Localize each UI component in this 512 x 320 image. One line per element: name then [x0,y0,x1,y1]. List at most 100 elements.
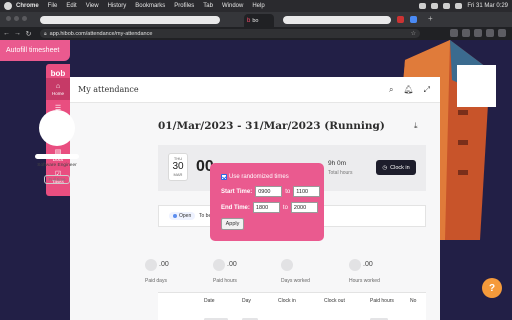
chevron-down-icon[interactable]: ⌄ [373,122,379,130]
stat-label: Hours worked [349,278,380,284]
help-button[interactable]: ? [482,278,502,298]
extension-icon[interactable] [474,29,482,37]
blurred-tabs[interactable] [283,16,391,24]
randomize-toggle[interactable]: Use randomized times [221,174,289,180]
stat-icon [349,258,361,271]
column-header-more[interactable]: No [410,298,416,304]
download-icon[interactable]: ⤓ [414,121,418,131]
status-icon[interactable] [431,3,439,9]
search-icon[interactable]: ⌕ [389,85,393,95]
clock-in-button[interactable]: ◷ Clock in [376,160,416,175]
stat-paid-days: .00 Paid days [145,256,207,284]
new-tab-icon[interactable]: + [428,14,433,23]
employment-badge: Full time [44,175,70,184]
employee-name-redacted [35,154,79,159]
today-month: MAR [173,172,183,177]
browser-tab-strip: b bo + [0,12,512,27]
minimize-window-icon[interactable] [14,16,19,21]
autofill-timesheet-tab[interactable]: Autofill timesheet [0,40,70,61]
menu-view[interactable]: View [86,3,99,9]
bob-favicon-icon: b [247,17,251,24]
card-header: My attendance ⌕ 🔔︎ ⤢ [70,77,440,103]
expand-icon[interactable]: ⤢ [424,85,430,95]
randomize-checkbox[interactable] [221,174,227,180]
randomize-label: Use randomized times [229,174,289,180]
menu-edit[interactable]: Edit [66,3,76,9]
to-label: to [282,204,288,211]
stat-label: Paid hours [213,278,237,284]
menu-kebab-icon[interactable] [498,29,506,37]
today-day: 30 [172,161,184,172]
profile-panel: Software Engineer Full time [26,110,88,186]
status-dot-icon [173,214,177,218]
menu-tab[interactable]: Tab [203,3,213,9]
menu-profiles[interactable]: Profiles [174,3,194,9]
rail-item-home[interactable]: ⌂ Home [46,78,70,100]
attendance-table: Date Day Clock in Clock out Paid hours N… [158,292,426,320]
column-header-clock-in[interactable]: Clock in [278,298,296,304]
end-time-from-input[interactable]: 1800 [252,202,280,213]
column-header-date[interactable]: Date [204,298,215,304]
menu-app-name[interactable]: Chrome [16,3,39,9]
address-url[interactable]: app.hibob.com/attendance/my-attendance [50,31,153,37]
bob-logo[interactable]: bob [46,69,70,78]
stat-label: Paid days [145,278,167,284]
tab-bob[interactable]: b bo [244,14,274,27]
lock-icon[interactable]: 🔒︎ [44,31,47,37]
menu-history[interactable]: History [108,3,127,9]
menu-clock[interactable]: Fri 31 Mar 0:29 [467,3,508,9]
menu-window[interactable]: Window [222,3,243,9]
start-time-to-input[interactable]: 1100 [293,186,321,197]
autofill-popup: Use randomized times Start Time: 0900 to… [210,163,324,241]
reload-icon[interactable]: ↻ [24,30,33,38]
date-range-title[interactable]: 01/Mar/2023 - 31/Mar/2023 (Running) [158,120,385,132]
forward-icon[interactable]: → [13,30,22,37]
tab-title: bo [252,17,259,24]
menu-help[interactable]: Help [252,3,264,9]
start-time-from-input[interactable]: 0900 [255,186,283,197]
wifi-icon[interactable] [443,3,451,9]
white-panel [457,65,496,107]
stat-days-worked: Days worked [281,256,343,284]
extension-icon[interactable] [450,29,458,37]
end-time-label: End Time: [221,204,250,211]
stat-icon [213,258,225,271]
status-area: Fri 31 Mar 0:29 [419,0,508,12]
profile-avatar-icon[interactable] [486,29,494,37]
zoom-window-icon[interactable] [22,16,27,21]
blurred-tabs[interactable] [40,16,220,24]
extension-icons [450,29,506,37]
close-window-icon[interactable] [6,16,11,21]
total-hours-label: Total hours [328,170,353,176]
stat-value: .00 [363,261,373,269]
battery-icon[interactable] [455,3,463,9]
start-time-row: Start Time: 0900 to 1100 [221,186,321,197]
end-time-to-input[interactable]: 2000 [290,202,318,213]
notification-bell-icon[interactable]: 🔔︎ [403,85,413,95]
question-icon: ? [488,282,496,294]
stat-icon [145,258,157,271]
menu-file[interactable]: File [48,3,58,9]
address-bar[interactable]: 🔒︎ app.hibob.com/attendance/my-attendanc… [40,29,420,38]
column-header-day[interactable]: Day [242,298,251,304]
extension-icon[interactable] [462,29,470,37]
column-header-clock-out[interactable]: Clock out [324,298,345,304]
page-viewport: Autofill timesheet bob ⌂ Home ☰ Org ◷ Ti… [0,40,512,320]
end-time-row: End Time: 1800 to 2000 [221,202,318,213]
status-badge[interactable]: Open [169,212,196,220]
column-header-paid-hours[interactable]: Paid hours [370,298,394,304]
status-icon[interactable] [419,3,427,9]
back-icon[interactable]: ← [2,30,11,37]
total-hours-value: 9h 0m [328,160,347,167]
menu-bookmarks[interactable]: Bookmarks [135,3,165,9]
bookmark-star-icon[interactable]: ☆ [411,30,416,37]
avatar[interactable] [39,110,75,146]
tab-favicon-icon[interactable] [410,16,417,23]
stat-paid-hours: .00 Paid hours [213,256,275,284]
tab-favicon-icon[interactable] [397,16,404,23]
apply-button[interactable]: Apply [221,218,244,230]
apple-icon[interactable] [4,2,12,10]
to-label: to [285,188,291,195]
today-date-box: THU 30 MAR [168,153,188,181]
clock-icon: ◷ [382,164,388,171]
